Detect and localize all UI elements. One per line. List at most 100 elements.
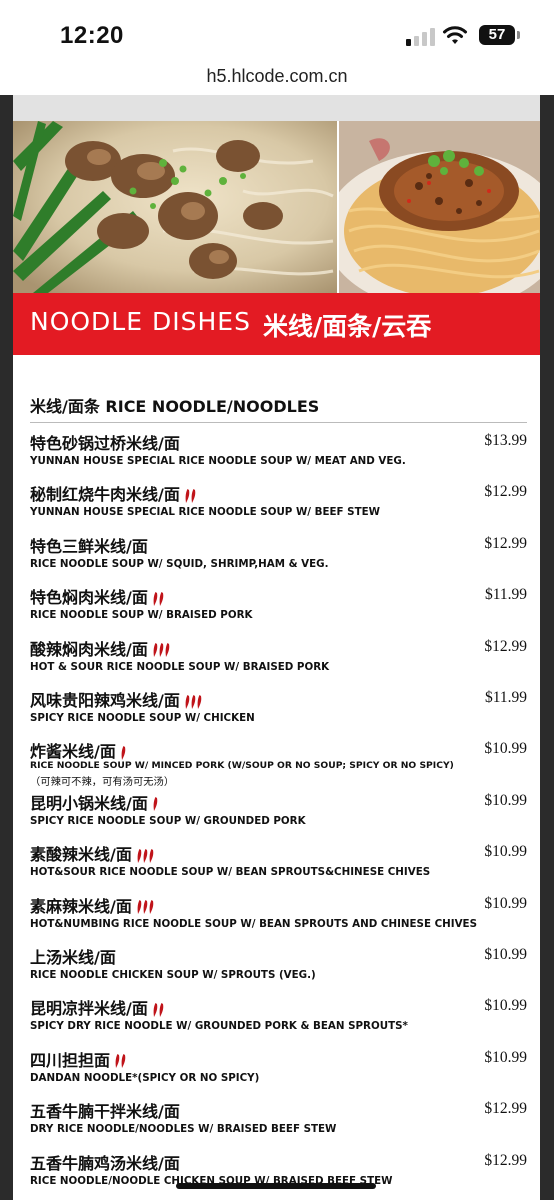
- menu-item-name-text: 秘制红烧牛肉米线/面: [30, 485, 180, 505]
- menu-item-name-text: 素酸辣米线/面: [30, 845, 132, 865]
- menu-item-name-text: 酸辣焖肉米线/面: [30, 639, 148, 659]
- menu-item-name: 炸酱米线/面: [30, 738, 127, 762]
- menu-item-price: $10.99: [484, 740, 527, 758]
- menu-item-name-text: 五香牛腩鸡汤米线/面: [30, 1153, 180, 1173]
- menu-item-price: $10.99: [484, 946, 527, 963]
- menu-item-name-text: 素麻辣米线/面: [30, 896, 132, 916]
- menu-item-price: $12.99: [484, 483, 527, 501]
- minced-pork-noodles-photo: [339, 121, 540, 293]
- menu-item-description: DANDAN NOODLE*(SPICY OR NO SPICY): [30, 1071, 260, 1084]
- menu-item-name-text: 上汤米线/面: [30, 948, 116, 967]
- menu-item-name: 上汤米线/面: [30, 944, 116, 968]
- chili-pepper-icon: [121, 745, 127, 761]
- menu-item-price: $13.99: [484, 432, 527, 449]
- menu-item-price: $10.99: [484, 1048, 527, 1066]
- menu-item-name-text: 炸酱米线/面: [30, 742, 116, 762]
- menu-item-name-text: 昆明凉拌米线/面: [30, 999, 148, 1019]
- menu-item: 特色砂锅过桥米线/面 YUNNAN HOUSE SPECIAL RICE NOOD…: [13, 430, 540, 481]
- menu-item-name-text: 特色焖肉米线/面: [30, 588, 148, 608]
- menu-item-description: RICE NOODLE SOUP W/ SQUID, SHRIMP,HAM & …: [30, 557, 329, 570]
- menu-item-price: $12.99: [484, 1151, 527, 1169]
- page-frame: NOODLE DISHES 米线/面条/云吞 米线/面条 RICE NOODLE…: [0, 95, 554, 1200]
- menu-item: 五香牛腩干拌米线/面 DRY RICE NOODLE/NOODLES W/ BRA…: [13, 1098, 540, 1149]
- banner-title-en: NOODLE DISHES: [30, 307, 251, 336]
- menu-item-price: $12.99: [484, 637, 527, 655]
- menu-item-price: $10.99: [484, 791, 527, 809]
- menu-item: 昆明小锅米线/面 SPICY RICE NOODLE SOUP W/ GROUND…: [13, 790, 540, 841]
- menu-item-description: HOT&SOUR RICE NOODLE SOUP W/ BEAN SPROUT…: [30, 866, 431, 879]
- menu-item-name-text: 五香牛腩干拌米线/面: [30, 1102, 180, 1122]
- menu-item-name-text: 风味贵阳辣鸡米线/面: [30, 691, 180, 710]
- menu-item: 昆明凉拌米线/面 SPICY DRY RICE NOODLE W/ GROUNDE…: [13, 995, 540, 1046]
- menu-item-price: $10.99: [484, 997, 527, 1015]
- section-title: 米线/面条 RICE NOODLE/NOODLES: [30, 397, 320, 416]
- menu-item-price: $12.99: [484, 1100, 527, 1118]
- menu-item-description: SPICY DRY RICE NOODLE W/ GROUNDED PORK &…: [30, 1020, 408, 1033]
- status-time: 12:20: [60, 22, 124, 49]
- menu-item-description: HOT & SOUR RICE NOODLE SOUP W/ BRAISED P…: [30, 660, 330, 673]
- menu-item: 上汤米线/面 RICE NOODLE CHICKEN SOUP W/ SPROUT…: [13, 944, 540, 995]
- menu-item-name: 素酸辣米线/面: [30, 841, 155, 865]
- menu-item-name: 特色砂锅过桥米线/面: [30, 430, 180, 454]
- menu-item-description: DRY RICE NOODLE/NOODLES W/ BRAISED BEEF …: [30, 1123, 337, 1136]
- chili-pepper-icon: [185, 488, 197, 504]
- status-bar: 12:20 57: [0, 0, 554, 64]
- category-banner: NOODLE DISHES 米线/面条/云吞: [13, 293, 540, 355]
- menu-item-description: SPICY RICE NOODLE SOUP W/ CHICKEN: [30, 712, 255, 724]
- menu-item-name: 四川担担面: [30, 1047, 127, 1071]
- menu-item-name: 酸辣焖肉米线/面: [30, 636, 171, 660]
- home-indicator[interactable]: [176, 1183, 376, 1189]
- menu-item-price: $10.99: [484, 843, 527, 861]
- menu-item-description: YUNNAN HOUSE SPECIAL RICE NOODLE SOUP W/…: [30, 506, 381, 519]
- menu-item-price: $11.99: [484, 586, 527, 604]
- beef-noodle-soup-photo: [13, 121, 337, 293]
- menu-item-description: RICE NOODLE CHICKEN SOUP W/ SPROUTS (VEG…: [30, 969, 316, 981]
- menu-item: 炸酱米线/面 RICE NOODLE SOUP W/ MINCED PORK (W…: [13, 738, 540, 789]
- menu-item: 酸辣焖肉米线/面 HOT & SOUR RICE NOODLE SOUP W/ B…: [13, 636, 540, 687]
- menu-item: 特色三鲜米线/面 RICE NOODLE SOUP W/ SQUID, SHRIM…: [13, 533, 540, 584]
- menu-item: 素麻辣米线/面 HOT&NUMBING RICE NOODLE SOUP W/ B…: [13, 893, 540, 944]
- battery-icon: 57: [479, 25, 520, 45]
- menu-item-note: （可辣可不辣，可有汤可无汤）: [30, 776, 175, 789]
- chili-pepper-icon: [115, 1053, 127, 1069]
- menu-item-description: SPICY RICE NOODLE SOUP W/ GROUNDED PORK: [30, 814, 306, 827]
- menu-item: 素酸辣米线/面 HOT&SOUR RICE NOODLE SOUP W/ BEAN…: [13, 841, 540, 892]
- menu-item: 四川担担面 DANDAN NOODLE*(SPICY OR NO SPICY) $1…: [13, 1047, 540, 1098]
- menu-item-name-text: 四川担担面: [30, 1050, 111, 1070]
- address-bar[interactable]: h5.hlcode.com.cn: [0, 60, 554, 94]
- chili-pepper-icon: [153, 796, 159, 812]
- menu-item-name: 风味贵阳辣鸡米线/面: [30, 687, 203, 711]
- menu-item-description: HOT&NUMBING RICE NOODLE SOUP W/ BEAN SPR…: [30, 917, 478, 930]
- menu-item-name: 秘制红烧牛肉米线/面: [30, 481, 197, 505]
- menu-item-description: RICE NOODLE SOUP W/ MINCED PORK (W/SOUP …: [30, 760, 454, 772]
- banner-title-cn: 米线/面条/云吞: [263, 312, 432, 341]
- menu-card: NOODLE DISHES 米线/面条/云吞 米线/面条 RICE NOODLE…: [13, 95, 540, 1200]
- menu-item-name: 特色三鲜米线/面: [30, 533, 148, 557]
- menu-item-name: 素麻辣米线/面: [30, 893, 155, 917]
- menu-item: 风味贵阳辣鸡米线/面 SPICY RICE NOODLE SOUP W/ CHIC…: [13, 687, 540, 738]
- chili-pepper-icon: [153, 642, 171, 658]
- menu-item-name: 昆明小锅米线/面: [30, 790, 159, 814]
- menu-item-price: $10.99: [484, 894, 527, 912]
- menu-item: 特色焖肉米线/面 RICE NOODLE SOUP W/ BRAISED PORK…: [13, 584, 540, 635]
- section-divider: [30, 422, 527, 423]
- menu-item-name: 昆明凉拌米线/面: [30, 995, 165, 1019]
- menu-item: 秘制红烧牛肉米线/面 YUNNAN HOUSE SPECIAL RICE NOOD…: [13, 481, 540, 532]
- chili-pepper-icon: [153, 591, 165, 607]
- chili-pepper-icon: [137, 848, 155, 864]
- menu-item-name-text: 昆明小锅米线/面: [30, 793, 148, 813]
- menu-item-price: $11.99: [484, 689, 527, 706]
- menu-item: 五香牛腩鸡汤米线/面 RICE NOODLE/NOODLE CHICKEN SOU…: [13, 1150, 540, 1201]
- menu-item-price: $12.99: [484, 534, 527, 552]
- menu-item-description: YUNNAN HOUSE SPECIAL RICE NOODLE SOUP W/…: [30, 455, 406, 467]
- chili-pepper-icon: [153, 1002, 165, 1018]
- menu-item-name: 特色焖肉米线/面: [30, 584, 165, 608]
- cellular-signal-icon: [406, 28, 436, 46]
- menu-item-name-text: 特色三鲜米线/面: [30, 536, 148, 556]
- chili-pepper-icon: [185, 694, 203, 710]
- menu-item-name: 五香牛腩鸡汤米线/面: [30, 1150, 180, 1174]
- menu-item-description: RICE NOODLE SOUP W/ BRAISED PORK: [30, 609, 253, 622]
- chili-pepper-icon: [137, 899, 155, 915]
- menu-item-name: 五香牛腩干拌米线/面: [30, 1098, 180, 1122]
- menu-item-name-text: 特色砂锅过桥米线/面: [30, 434, 180, 453]
